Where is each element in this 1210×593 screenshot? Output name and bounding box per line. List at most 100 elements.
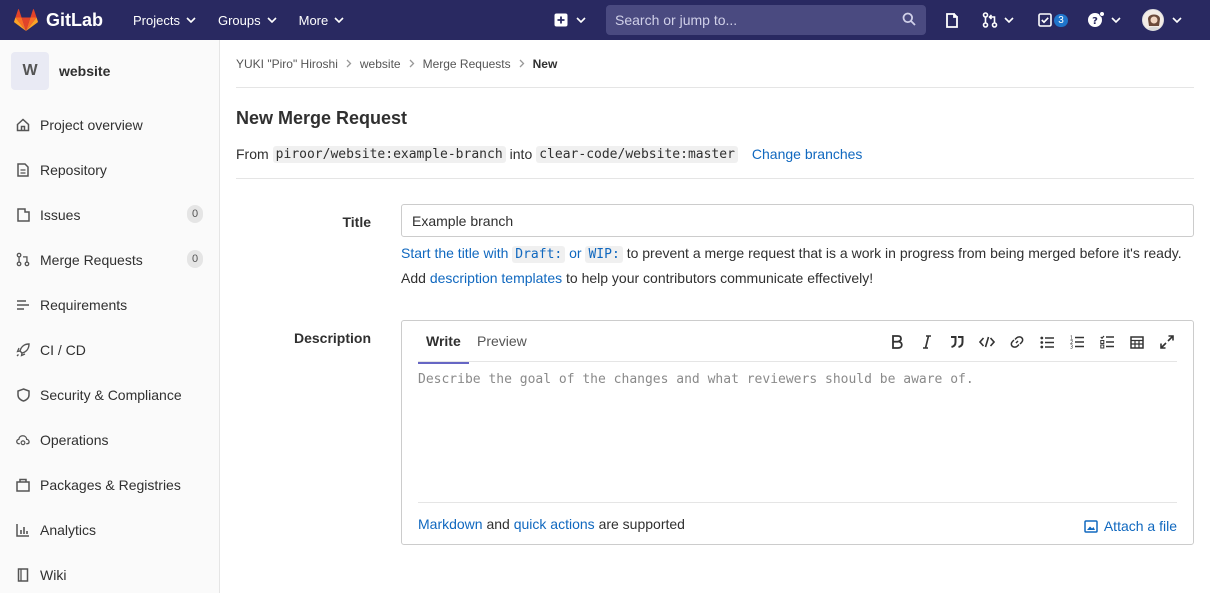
- todo-check-icon: [1038, 13, 1053, 27]
- chevron-right-icon: [409, 59, 414, 68]
- shield-icon: [16, 387, 30, 402]
- draft-hint-link[interactable]: Start the title with: [401, 245, 508, 261]
- svg-text:3: 3: [1070, 345, 1073, 350]
- sidebar-item-issues[interactable]: Issues 0: [0, 192, 219, 237]
- sidebar-item-wiki[interactable]: Wiki: [0, 552, 219, 593]
- sidebar-item-merge-requests[interactable]: Merge Requests 0: [0, 237, 219, 282]
- wip-code: WIP:: [585, 246, 623, 263]
- task-list-button[interactable]: [1098, 333, 1116, 351]
- description-templates-link[interactable]: description templates: [430, 270, 562, 286]
- numbered-list-icon: 123: [1070, 336, 1084, 350]
- nav-groups[interactable]: Groups: [218, 13, 277, 28]
- branch-info: From piroor/website:example-branch into …: [236, 144, 1194, 164]
- draft-code: Draft:: [512, 246, 566, 263]
- sidebar-item-label: CI / CD: [40, 341, 86, 358]
- bullet-list-icon: [1039, 336, 1054, 348]
- quote-button[interactable]: [948, 333, 966, 351]
- plus-square-icon: [554, 13, 568, 27]
- merge-request-icon: [982, 12, 998, 28]
- title-label: Title: [342, 214, 371, 230]
- sidebar-item-label: Analytics: [40, 521, 97, 538]
- editor-toolbar: Write Preview 1 2 3: [418, 321, 1177, 364]
- svg-text:?: ?: [1092, 16, 1098, 27]
- table-icon: [1130, 335, 1144, 349]
- search-box[interactable]: [606, 5, 926, 35]
- chevron-down-icon: [576, 17, 586, 23]
- sidebar-item-label: Project overview: [40, 116, 143, 133]
- table-button[interactable]: [1128, 333, 1146, 351]
- issues-icon: [16, 207, 30, 222]
- markdown-link[interactable]: Markdown: [418, 516, 483, 532]
- project-sidebar: W website Project overview Repository Is…: [0, 40, 220, 593]
- nav-groups-label: Groups: [217, 12, 261, 28]
- sidebar-item-operations[interactable]: Operations: [0, 417, 219, 462]
- sidebar-item-label: Operations: [40, 431, 109, 448]
- package-icon: [16, 478, 30, 492]
- main-nav: Projects Groups More: [133, 13, 366, 28]
- image-icon: [1084, 519, 1098, 533]
- sidebar-item-label: Merge Requests: [40, 251, 143, 268]
- user-menu-button[interactable]: [1140, 0, 1184, 40]
- cloud-gear-icon: [16, 435, 30, 446]
- brand-name: GitLab: [46, 9, 103, 30]
- editor-footer: Markdown and quick actions are supported…: [418, 502, 1177, 545]
- description-label: Description: [293, 330, 371, 346]
- breadcrumb-project[interactable]: website: [360, 57, 401, 71]
- sidebar-item-label: Packages & Registries: [40, 476, 181, 493]
- requirements-icon: [17, 299, 29, 310]
- tab-preview[interactable]: Preview: [477, 333, 527, 349]
- into-label: into: [509, 146, 533, 162]
- sidebar-item-label: Repository: [40, 161, 107, 178]
- rocket-icon: [16, 342, 30, 357]
- breadcrumb: YUKI "Piro" Hiroshi website Merge Reques…: [236, 40, 1194, 88]
- attach-file-button[interactable]: Attach a file: [1084, 518, 1177, 534]
- search-icon: [902, 12, 916, 26]
- bold-button[interactable]: [888, 333, 906, 351]
- sidebar-item-project-overview[interactable]: Project overview: [0, 102, 219, 147]
- chevron-down-icon: [334, 17, 344, 23]
- top-navbar: GitLab Projects Groups More 3 ?: [0, 0, 1210, 40]
- home-icon: [16, 117, 30, 131]
- sidebar-item-label: Requirements: [40, 296, 128, 313]
- nav-projects[interactable]: Projects: [133, 13, 196, 28]
- nav-projects-label: Projects: [133, 12, 180, 28]
- issues-icon: [946, 12, 958, 28]
- gitlab-logo[interactable]: GitLab: [14, 9, 103, 31]
- fullscreen-button[interactable]: [1158, 333, 1176, 351]
- link-icon: [1010, 336, 1024, 348]
- sidebar-item-packages-registries[interactable]: Packages & Registries: [0, 462, 219, 507]
- nav-more-label: More: [298, 12, 329, 28]
- breadcrumb-merge-requests[interactable]: Merge Requests: [423, 57, 511, 71]
- tab-write[interactable]: Write: [418, 333, 469, 364]
- search-input[interactable]: [606, 12, 886, 28]
- description-textarea[interactable]: [418, 372, 1177, 492]
- todo-count-badge: 3: [1054, 13, 1068, 27]
- numbered-list-button[interactable]: 123: [1068, 333, 1086, 351]
- help-button[interactable]: ?: [1084, 0, 1124, 40]
- link-button[interactable]: [1008, 333, 1026, 351]
- title-input[interactable]: [401, 204, 1194, 237]
- quick-actions-link[interactable]: quick actions: [514, 516, 595, 532]
- merge-request-icon: [16, 252, 30, 267]
- tanuki-icon: [14, 9, 38, 31]
- merge-requests-nav-button[interactable]: [978, 0, 1018, 40]
- italic-button[interactable]: [918, 333, 936, 351]
- bulleted-list-button[interactable]: [1038, 333, 1056, 351]
- new-dropdown-button[interactable]: [552, 0, 588, 40]
- sidebar-item-requirements[interactable]: Requirements: [0, 282, 219, 327]
- nav-more[interactable]: More: [299, 13, 345, 28]
- sidebar-item-analytics[interactable]: Analytics: [0, 507, 219, 552]
- change-branches-link[interactable]: Change branches: [752, 146, 863, 162]
- task-list-icon: [1099, 335, 1114, 349]
- todos-button[interactable]: 3: [1038, 0, 1068, 40]
- project-header[interactable]: W website: [0, 40, 219, 102]
- sidebar-item-label: Wiki: [40, 566, 67, 583]
- sidebar-item-repository[interactable]: Repository: [0, 147, 219, 192]
- issues-nav-button[interactable]: [940, 0, 964, 40]
- code-button[interactable]: [978, 333, 996, 351]
- breadcrumb-user[interactable]: YUKI "Piro" Hiroshi: [236, 57, 338, 71]
- chevron-down-icon: [1111, 17, 1121, 23]
- sidebar-item-ci-cd[interactable]: CI / CD: [0, 327, 219, 372]
- sidebar-item-security-compliance[interactable]: Security & Compliance: [0, 372, 219, 417]
- sidebar-item-label: Security & Compliance: [40, 386, 182, 403]
